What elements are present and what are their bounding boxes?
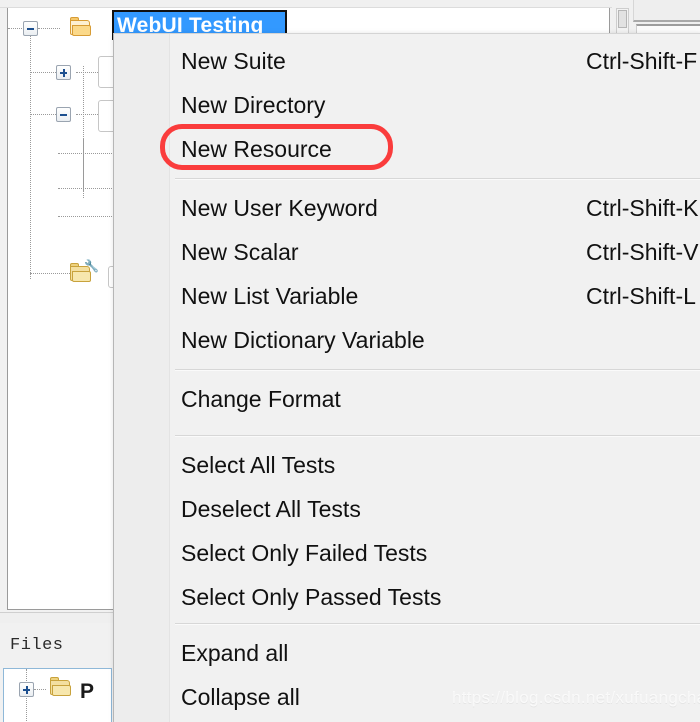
tree-expander-collapse-root[interactable] [23,21,38,36]
menu-item-new-list-variable[interactable]: New List Variable Ctrl-Shift-L [171,274,700,318]
files-tree-expander[interactable] [19,682,34,697]
menu-separator [175,435,700,436]
tree-guide-line [30,34,32,279]
menu-item-new-scalar[interactable]: New Scalar Ctrl-Shift-V [171,230,700,274]
menu-item-label: Deselect All Tests [181,495,361,522]
menu-item-select-only-failed-tests[interactable]: Select Only Failed Tests [171,531,700,575]
wrench-icon: 🔧 [84,259,99,273]
menu-item-label: Select All Tests [181,451,336,478]
app-window: WebUI Testing 🔧 Files P New Suite Ctrl-S… [0,0,700,722]
tree-guide-line [58,216,118,218]
menu-item-new-user-keyword[interactable]: New User Keyword Ctrl-Shift-K [171,186,700,230]
tree-guide-line [58,188,118,190]
files-tree-node-label[interactable]: P [80,680,94,704]
folder-closed-icon [50,677,72,697]
menu-item-shortcut: Ctrl-Shift-K [586,194,699,221]
menu-item-shortcut: Ctrl-Shift-L [586,282,696,309]
menu-item-shortcut: Ctrl-Shift-V [586,238,699,265]
menu-item-label: Change Format [181,385,341,412]
menu-item-select-all-tests[interactable]: Select All Tests [171,443,700,487]
menu-item-new-suite[interactable]: New Suite Ctrl-Shift-F [171,39,700,83]
menu-item-label: New User Keyword [181,194,378,221]
window-top-strip [0,0,700,8]
menu-item-label: New Directory [181,91,326,118]
context-menu-items: New Suite Ctrl-Shift-F New Directory New… [171,34,700,722]
tree-expander-expand-child1[interactable] [56,65,71,80]
context-menu[interactable]: New Suite Ctrl-Shift-F New Directory New… [113,33,700,722]
menu-item-shortcut: Ctrl-Shift-F [586,47,698,74]
tree-expander-collapse-child2[interactable] [56,107,71,122]
menu-item-label: Select Only Failed Tests [181,539,428,566]
menu-separator [175,623,700,624]
tree-guide-line [58,153,118,155]
menu-item-new-dictionary-variable[interactable]: New Dictionary Variable [171,318,700,362]
resource-folder-icon: 🔧 [70,260,99,283]
menu-item-new-directory[interactable]: New Directory [171,83,700,127]
menu-separator [175,178,700,179]
menu-item-label: New Scalar [181,238,299,265]
menu-item-label: Collapse all [181,683,300,710]
menu-item-label: Expand all [181,639,289,666]
menu-item-label: Select Only Passed Tests [181,583,442,610]
menu-item-change-format[interactable]: Change Format [171,377,700,421]
tree-guide-line [34,689,46,691]
watermark-text: https://blog.csdn.net/xufuangchao [452,688,700,707]
vertical-scrollbar-thumb[interactable] [618,10,627,28]
menu-item-label: New List Variable [181,282,359,309]
context-menu-icon-gutter [114,34,170,722]
folder-open-icon [70,17,92,37]
menu-item-deselect-all-tests[interactable]: Deselect All Tests [171,487,700,531]
tree-guide-line [30,273,70,275]
tree-guide-line [38,28,60,30]
tab-files[interactable]: Files [0,624,112,668]
menu-item-new-resource[interactable]: New Resource [171,127,700,171]
files-tree-panel[interactable] [3,668,112,722]
tab-files-label: Files [10,636,64,655]
menu-item-label: New Resource [181,135,332,162]
menu-item-label: New Dictionary Variable [181,326,425,353]
menu-item-select-only-passed-tests[interactable]: Select Only Passed Tests [171,575,700,619]
adjacent-panel-edge [633,0,700,22]
menu-separator [175,369,700,370]
menu-item-expand-all[interactable]: Expand all [171,631,700,675]
menu-item-label: New Suite [181,47,286,74]
